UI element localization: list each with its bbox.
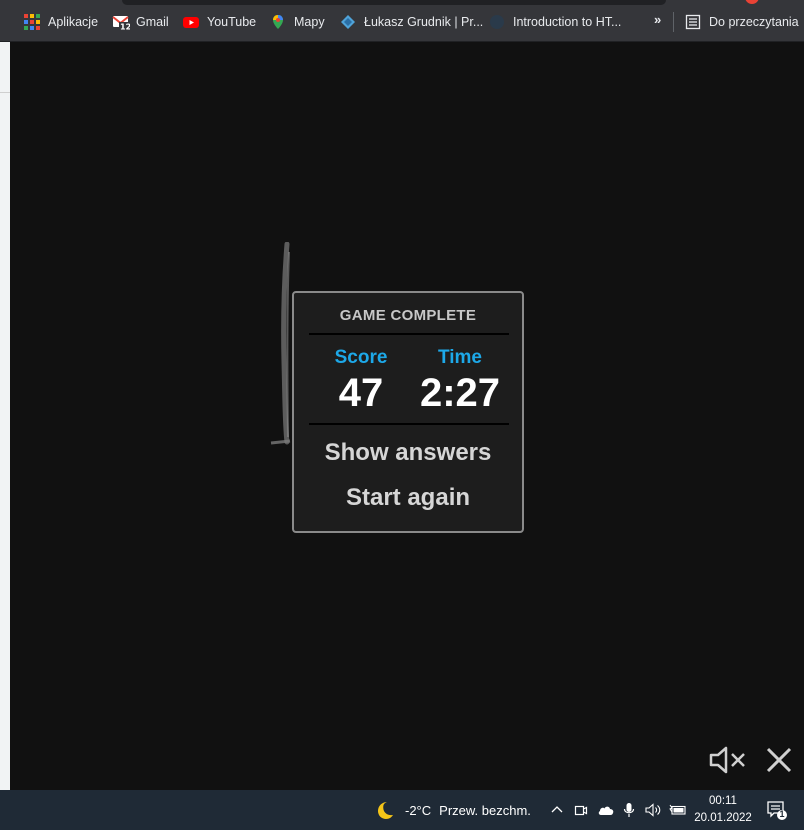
diamond-logo-icon bbox=[340, 14, 356, 30]
temperature: -2°C bbox=[405, 802, 432, 818]
mute-button[interactable] bbox=[709, 745, 749, 775]
bookmark-apps[interactable]: Aplikacje bbox=[24, 13, 98, 31]
bookmark-label: Mapy bbox=[294, 15, 325, 29]
moon-weather-icon bbox=[378, 802, 393, 819]
bookmark-youtube[interactable]: YouTube bbox=[183, 13, 256, 31]
score-label: Score bbox=[334, 347, 388, 368]
divider bbox=[309, 423, 509, 425]
cloud-icon bbox=[598, 806, 614, 815]
page-edge bbox=[0, 42, 10, 790]
camera-icon bbox=[574, 805, 588, 816]
weather-text: Przew. bezchm. bbox=[439, 802, 531, 818]
battery-button[interactable] bbox=[669, 790, 687, 830]
bookmark-label: Łukasz Grudnik | Pr... bbox=[364, 15, 484, 29]
reading-list-button[interactable]: Do przeczytania bbox=[685, 13, 799, 31]
dialog-title: GAME COMPLETE bbox=[339, 307, 477, 324]
microphone-button[interactable] bbox=[623, 790, 635, 830]
youtube-icon bbox=[183, 14, 199, 30]
bookmark-lukasz-grudnik[interactable]: Łukasz Grudnik | Pr... bbox=[340, 13, 483, 31]
volume-button[interactable] bbox=[645, 790, 663, 830]
globe-icon bbox=[489, 14, 505, 30]
close-button[interactable] bbox=[764, 745, 794, 775]
clock-time: 00:11 bbox=[709, 795, 737, 807]
divider bbox=[309, 333, 509, 335]
bookmarks-divider bbox=[673, 12, 674, 32]
bookmarks-bar: Aplikacje 12 Gmail YouTube Mapy Łukasz G… bbox=[0, 0, 804, 42]
speaker-muted-icon bbox=[709, 746, 745, 774]
speaker-icon bbox=[645, 803, 661, 817]
meet-now-button[interactable] bbox=[574, 790, 588, 830]
score-value: 47 bbox=[338, 371, 384, 415]
onedrive-button[interactable] bbox=[597, 790, 615, 830]
clock-date: 20.01.2022 bbox=[694, 812, 752, 824]
reading-list-icon bbox=[685, 14, 701, 30]
svg-text:12: 12 bbox=[120, 23, 130, 31]
apps-grid-icon bbox=[24, 14, 40, 30]
game-complete-dialog: GAME COMPLETE Score 47 Time 2:27 Show an… bbox=[292, 291, 524, 533]
bookmarks-overflow-button[interactable]: » bbox=[654, 12, 661, 27]
start-again-button[interactable]: Start again bbox=[294, 484, 522, 512]
bookmark-label: Aplikacje bbox=[48, 15, 99, 29]
weather-widget[interactable]: -2°C Przew. bezchm. bbox=[374, 790, 531, 830]
gmail-icon: 12 bbox=[112, 14, 131, 32]
notification-badge: 1 bbox=[779, 809, 785, 819]
taskbar: -2°C Przew. bezchm. 00:11 20.01.2022 1 bbox=[0, 790, 804, 830]
show-hidden-icons-button[interactable] bbox=[551, 790, 563, 830]
battery-charging-icon bbox=[669, 804, 686, 815]
show-answers-button[interactable]: Show answers bbox=[294, 439, 522, 467]
maps-pin-icon bbox=[270, 14, 286, 30]
bookmark-maps[interactable]: Mapy bbox=[270, 13, 325, 31]
time-value: 2:27 bbox=[419, 371, 501, 415]
bookmark-label: YouTube bbox=[207, 15, 257, 29]
clock[interactable]: 00:11 20.01.2022 bbox=[688, 793, 758, 827]
reading-list-label: Do przeczytania bbox=[709, 15, 799, 29]
chalk-mark-decoration bbox=[270, 242, 291, 445]
chevron-up-icon bbox=[551, 806, 563, 813]
close-icon bbox=[766, 747, 792, 773]
bookmark-introduction[interactable]: Introduction to HT... bbox=[489, 13, 621, 31]
tab-strip-edge bbox=[122, 0, 666, 5]
time-label: Time bbox=[437, 347, 482, 368]
bookmark-label: Gmail bbox=[136, 15, 169, 29]
bookmark-gmail[interactable]: 12 Gmail bbox=[112, 13, 169, 32]
bookmark-label: Introduction to HT... bbox=[513, 15, 622, 29]
profile-indicator[interactable] bbox=[745, 0, 759, 4]
microphone-icon bbox=[623, 803, 635, 817]
notifications-button[interactable]: 1 bbox=[766, 790, 788, 830]
